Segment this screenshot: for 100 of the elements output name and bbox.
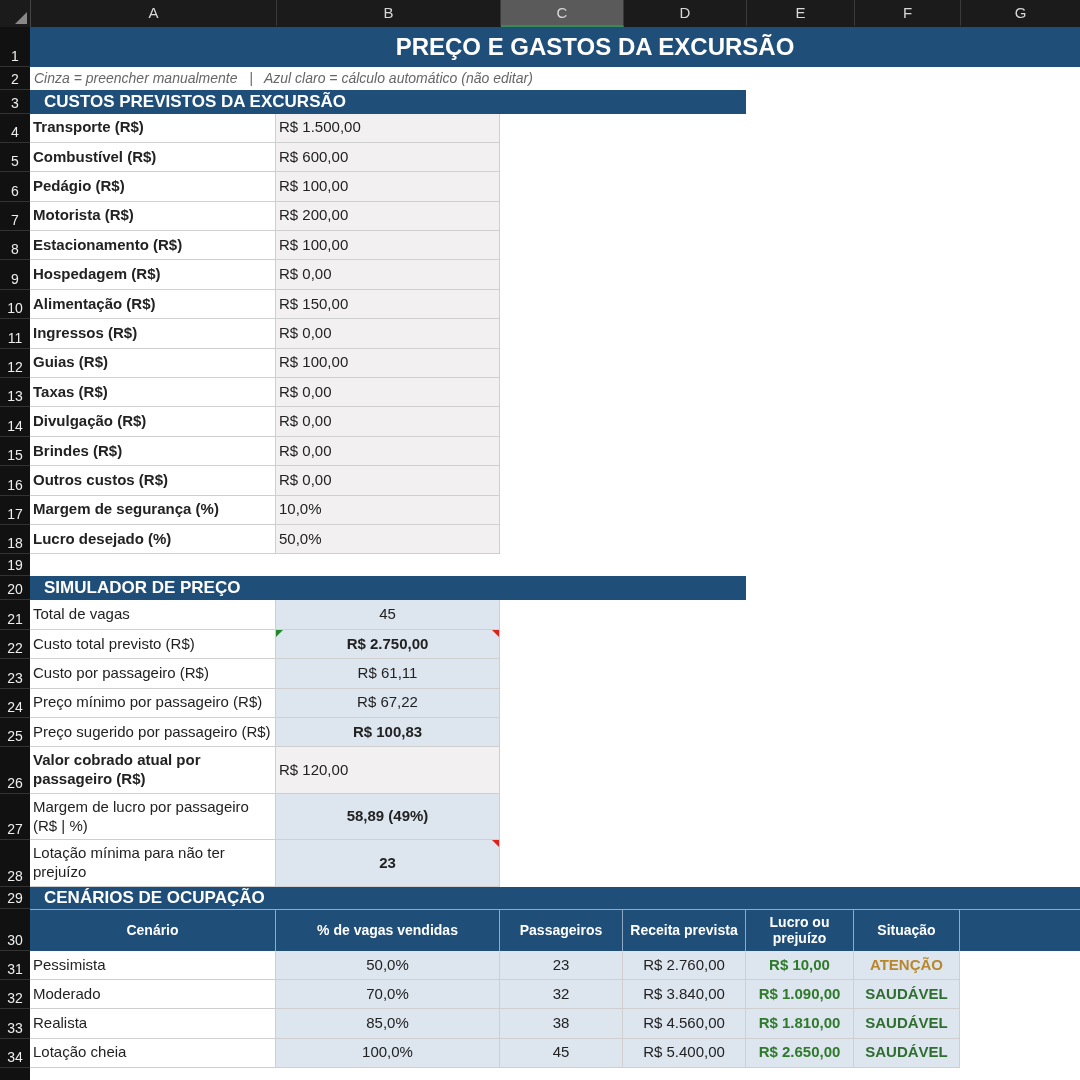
status-cell: SAUDÁVEL xyxy=(854,1009,960,1039)
table-cell: 45 xyxy=(500,1038,623,1068)
row-number[interactable]: 9 xyxy=(0,260,30,290)
row-number[interactable]: 16 xyxy=(0,466,30,496)
table-cell: Motorista (R$) xyxy=(30,201,276,232)
row-number[interactable]: 30 xyxy=(0,908,30,951)
input-field[interactable]: R$ 0,00 xyxy=(276,319,500,349)
table-cell: 38 xyxy=(500,1009,623,1039)
column-header[interactable]: C xyxy=(501,0,624,27)
table-cell: Custo por passageiro (R$) xyxy=(30,659,276,689)
row-number[interactable]: 11 xyxy=(0,319,30,349)
row-number[interactable]: 28 xyxy=(0,840,30,887)
table-cell: Moderado xyxy=(30,980,276,1010)
row-number[interactable]: 13 xyxy=(0,378,30,408)
table-cell: Combustível (R$) xyxy=(30,142,276,173)
row-number[interactable]: 5 xyxy=(0,142,30,173)
table-cell: Outros custos (R$) xyxy=(30,466,276,496)
table-cell: R$ 2.760,00 xyxy=(623,950,746,981)
status-cell: SAUDÁVEL xyxy=(854,1038,960,1068)
sheet-title: PREÇO E GASTOS DA EXCURSÃO xyxy=(30,26,1080,67)
row-number[interactable]: 12 xyxy=(0,348,30,378)
row-number[interactable]: 29 xyxy=(0,886,30,909)
row-number[interactable]: 14 xyxy=(0,407,30,437)
section-header: SIMULADOR DE PREÇO xyxy=(30,576,746,601)
row-number[interactable]: 3 xyxy=(0,89,30,114)
table-cell: R$ 5.400,00 xyxy=(623,1038,746,1068)
comment-indicator-icon[interactable] xyxy=(492,629,499,637)
row-number[interactable]: 24 xyxy=(0,688,30,718)
row-number[interactable]: 17 xyxy=(0,495,30,525)
row-number[interactable]: 33 xyxy=(0,1009,30,1039)
table-cell: R$ 1.810,00 xyxy=(746,1009,854,1039)
input-field[interactable]: R$ 100,00 xyxy=(276,231,500,261)
row-number[interactable]: 18 xyxy=(0,524,30,555)
table-cell: 100,0% xyxy=(276,1038,500,1068)
table-cell: Preço mínimo por passageiro (R$) xyxy=(30,688,276,718)
input-field[interactable]: 10,0% xyxy=(276,495,500,525)
table-cell: Ingressos (R$) xyxy=(30,319,276,349)
row-number[interactable]: 22 xyxy=(0,629,30,660)
row-number[interactable]: 4 xyxy=(0,113,30,143)
row-number[interactable]: 25 xyxy=(0,717,30,748)
row-number[interactable]: 34 xyxy=(0,1038,30,1068)
cell-text: R$ 67,22 xyxy=(357,693,418,713)
table-cell: Brindes (R$) xyxy=(30,436,276,467)
input-field[interactable]: R$ 0,00 xyxy=(276,260,500,290)
row-number[interactable]: 31 xyxy=(0,950,30,981)
input-field[interactable]: R$ 600,00 xyxy=(276,142,500,173)
input-field[interactable]: R$ 200,00 xyxy=(276,201,500,232)
input-field[interactable]: 50,0% xyxy=(276,524,500,555)
row-number[interactable]: 26 xyxy=(0,747,30,794)
table-cell: R$ 10,00 xyxy=(746,950,854,981)
cell-text: R$ 120,00 xyxy=(279,760,349,780)
comment-indicator-icon[interactable] xyxy=(492,840,499,848)
row-number[interactable]: 15 xyxy=(0,436,30,467)
input-field[interactable]: R$ 120,00 xyxy=(276,747,500,794)
table-cell: Hospedagem (R$) xyxy=(30,260,276,290)
input-field[interactable]: R$ 1.500,00 xyxy=(276,113,500,143)
row-number[interactable]: 8 xyxy=(0,231,30,261)
row-number[interactable]: 2 xyxy=(0,66,30,90)
input-field[interactable]: R$ 0,00 xyxy=(276,378,500,408)
row-number[interactable]: 27 xyxy=(0,793,30,841)
table-cell: Valor cobrado atual por passageiro (R$) xyxy=(30,747,276,794)
row-number[interactable]: 20 xyxy=(0,576,30,601)
status-cell: SAUDÁVEL xyxy=(854,980,960,1010)
table-cell: 85,0% xyxy=(276,1009,500,1039)
table-cell: Total de vagas xyxy=(30,600,276,630)
row-number[interactable]: 10 xyxy=(0,289,30,320)
row-number[interactable]: 7 xyxy=(0,201,30,232)
input-field[interactable]: R$ 100,00 xyxy=(276,172,500,202)
table-cell: Lucro desejado (%) xyxy=(30,524,276,555)
table-cell: Lotação cheia xyxy=(30,1038,276,1068)
row-number[interactable]: 19 xyxy=(0,554,30,577)
cell-text: R$ 2.750,00 xyxy=(346,634,429,654)
table-cell: Divulgação (R$) xyxy=(30,407,276,437)
row-number[interactable]: 32 xyxy=(0,980,30,1010)
column-heading: % de vagas vendidas xyxy=(276,908,500,951)
table-cell: Guias (R$) xyxy=(30,348,276,378)
input-field[interactable]: R$ 100,00 xyxy=(276,348,500,378)
table-cell: Transporte (R$) xyxy=(30,113,276,143)
legend-note: Cinza = preencher manualmente | Azul claro = cálculo automático (não editar) xyxy=(33,69,534,88)
row-number[interactable]: 1 xyxy=(0,26,30,67)
section-header: CUSTOS PREVISTOS DA EXCURSÃO xyxy=(30,89,746,114)
table-cell: 70,0% xyxy=(276,980,500,1010)
input-field[interactable]: R$ 0,00 xyxy=(276,436,500,467)
input-field[interactable]: R$ 0,00 xyxy=(276,466,500,496)
table-cell: 32 xyxy=(500,980,623,1010)
input-field[interactable]: R$ 150,00 xyxy=(276,289,500,320)
cell-text: 23 xyxy=(379,853,396,873)
table-cell: Realista xyxy=(30,1009,276,1039)
input-field[interactable]: R$ 0,00 xyxy=(276,407,500,437)
table-cell: Pessimista xyxy=(30,950,276,981)
column-heading: Situação xyxy=(854,908,960,951)
row-number[interactable]: 6 xyxy=(0,172,30,202)
section-header: CENÁRIOS DE OCUPAÇÃO xyxy=(30,886,1080,909)
table-cell: Custo total previsto (R$) xyxy=(30,629,276,660)
row-number[interactable]: 21 xyxy=(0,600,30,630)
select-all-icon[interactable] xyxy=(15,11,27,24)
row-number[interactable]: 23 xyxy=(0,659,30,689)
table-cell: R$ 2.650,00 xyxy=(746,1038,854,1068)
column-heading: Passageiros xyxy=(500,908,623,951)
column-heading: Cenário xyxy=(30,908,276,951)
